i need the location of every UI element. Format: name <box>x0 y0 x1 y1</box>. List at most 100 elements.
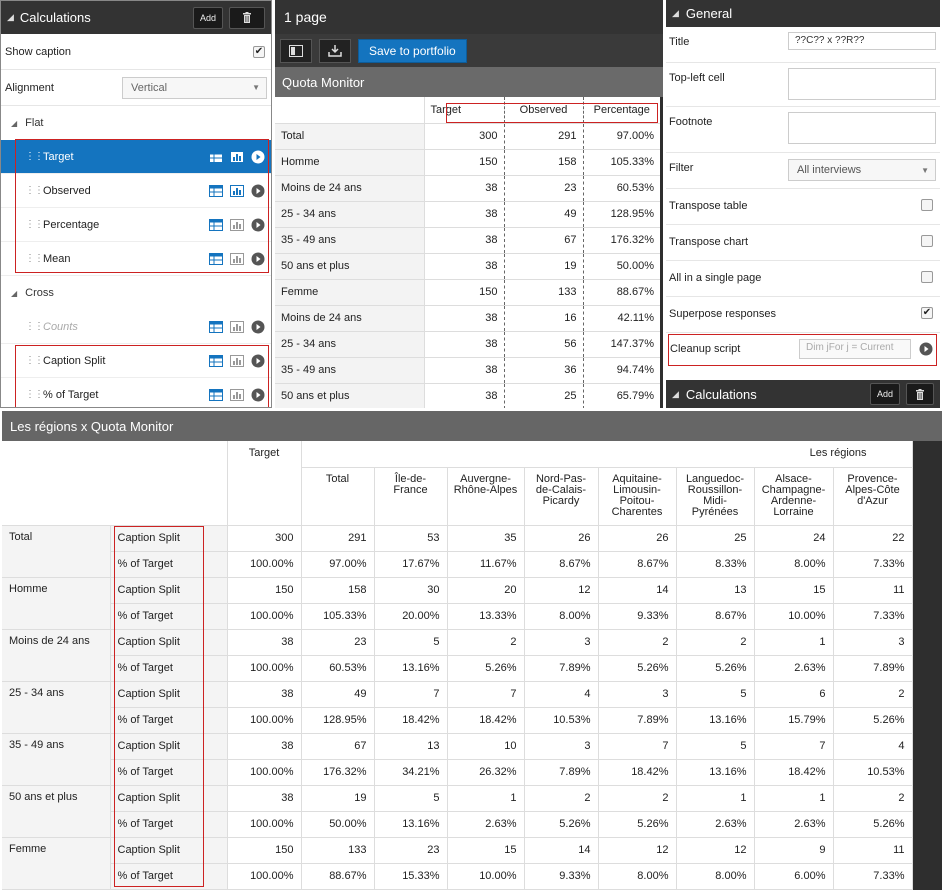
bar-chart-icon[interactable] <box>230 320 244 333</box>
calculation-item[interactable]: ⋮⋮ Target <box>1 140 271 174</box>
filter-select[interactable]: All interviews ▼ <box>788 159 936 181</box>
cleanup-script-label: Cleanup script <box>670 343 741 355</box>
footnote-input[interactable] <box>788 112 936 144</box>
show-caption-label: Show caption <box>5 45 72 58</box>
calculations-header[interactable]: ◢ Calculations Add <box>1 1 271 34</box>
table-cell: 3 <box>524 733 599 760</box>
add-calculation-button[interactable]: Add <box>193 6 223 29</box>
play-icon[interactable] <box>251 150 265 164</box>
calculation-item[interactable]: ⋮⋮ Observed <box>1 174 271 208</box>
bar-chart-icon[interactable] <box>230 184 244 197</box>
play-icon[interactable] <box>251 252 265 266</box>
table-cell: 5.26% <box>598 811 677 838</box>
row-label: 35 - 49 ans <box>275 227 424 254</box>
delete-calculation-button[interactable] <box>906 383 934 405</box>
table-row: % of Target 100.00% 88.67% 15.33% 10.00% 9.33… <box>2 863 913 890</box>
region-column-header: Nord-Pas-de-Calais-Picardy <box>524 466 599 526</box>
cross-section-header[interactable]: ◢ Cross <box>1 276 271 310</box>
page-count-title: 1 page <box>275 0 663 34</box>
play-icon[interactable] <box>251 184 265 198</box>
add-calculation-button[interactable]: Add <box>870 383 900 405</box>
table-cell: 19 <box>503 253 583 280</box>
delete-calculation-button[interactable] <box>229 6 265 29</box>
row-label: 35 - 49 ans <box>2 733 111 786</box>
table-cell: 49 <box>301 681 375 708</box>
table-row: % of Target 100.00% 105.33% 20.00% 13.33% 8.0… <box>2 603 913 630</box>
table-cell: 7 <box>754 733 834 760</box>
title-label: Title <box>669 36 690 48</box>
table-view-icon[interactable] <box>209 252 223 265</box>
calculation-item[interactable]: ⋮⋮ Caption Split <box>1 344 271 378</box>
table-cell: 9.33% <box>598 603 677 630</box>
table-row: 50 ans et plus Caption Split 38 19 5 1 2 2 1 1 2 <box>2 785 913 838</box>
calculation-item[interactable]: ⋮⋮ Percentage <box>1 208 271 242</box>
drag-handle-icon[interactable]: ⋮⋮ <box>25 253 44 264</box>
drag-handle-icon[interactable]: ⋮⋮ <box>25 355 44 366</box>
table-cell: 7 <box>598 733 677 760</box>
table-view-icon[interactable] <box>209 388 223 401</box>
top-left-cell-label: Top-left cell <box>669 72 725 84</box>
bar-chart-icon[interactable] <box>230 388 244 401</box>
table-cell: 1 <box>754 785 834 812</box>
table-cell: 23 <box>374 837 448 864</box>
play-icon[interactable] <box>251 218 265 232</box>
table-cell: 7.89% <box>833 655 913 682</box>
table-cell: 22 <box>833 525 913 552</box>
calculation-item[interactable]: ⋮⋮% of Target <box>1 378 271 407</box>
bar-chart-icon[interactable] <box>230 354 244 367</box>
table-cell: 133 <box>301 837 375 864</box>
drag-handle-icon[interactable]: ⋮⋮ <box>25 151 44 162</box>
table-cell: 50.00% <box>582 253 660 280</box>
run-script-icon[interactable] <box>919 342 933 356</box>
cleanup-script-input[interactable]: Dim jFor j = Current <box>799 339 911 359</box>
transpose-chart-checkbox[interactable] <box>921 235 933 247</box>
calculations-title: Calculations <box>19 10 91 25</box>
row-label: 50 ans et plus <box>2 785 111 838</box>
table-view-icon[interactable] <box>209 150 223 163</box>
play-icon[interactable] <box>251 320 265 334</box>
table-cell: 26 <box>598 525 677 552</box>
table-cell: 2 <box>676 629 755 656</box>
toggle-panel-button[interactable] <box>280 38 312 63</box>
calculations-footer-header[interactable]: ◢ Calculations Add <box>666 380 940 408</box>
table-cell: 88.67% <box>582 279 660 306</box>
show-caption-checkbox[interactable]: ✔ <box>253 45 265 58</box>
table-cell: 150 <box>423 279 504 306</box>
superpose-checkbox[interactable]: ✔ <box>921 307 933 319</box>
play-icon[interactable] <box>251 388 265 402</box>
table-view-icon[interactable] <box>209 184 223 197</box>
bar-chart-icon[interactable] <box>230 218 244 231</box>
drag-handle-icon[interactable]: ⋮⋮ <box>25 389 44 400</box>
table-cell: 13 <box>374 733 448 760</box>
play-icon[interactable] <box>251 354 265 368</box>
drag-handle-icon[interactable]: ⋮⋮ <box>25 321 44 332</box>
table-cell: 50.00% <box>301 811 375 838</box>
table-view-icon[interactable] <box>209 354 223 367</box>
table-view-icon[interactable] <box>209 218 223 231</box>
table-cell: 56 <box>503 331 583 358</box>
table-cell: 10.00% <box>754 603 834 630</box>
panel-layout-icon <box>289 44 303 57</box>
table-cell: 94.74% <box>582 357 660 384</box>
table-view-icon[interactable] <box>209 320 223 333</box>
table-cell: 1 <box>676 785 755 812</box>
calculation-item[interactable]: ⋮⋮ Mean <box>1 242 271 276</box>
alignment-select[interactable]: Vertical ▼ <box>122 76 267 99</box>
top-left-cell-input[interactable] <box>788 68 936 100</box>
flat-section-header[interactable]: ◢ Flat <box>1 106 271 140</box>
bar-chart-icon[interactable] <box>230 150 244 163</box>
alignment-row: Alignment Vertical ▼ <box>1 70 271 106</box>
general-settings-panel: ◢ General Title ??C?? x ??R?? Top-left c… <box>666 0 940 408</box>
general-header[interactable]: ◢ General <box>666 0 940 27</box>
title-input[interactable]: ??C?? x ??R?? <box>788 32 936 50</box>
collapse-triangle-icon[interactable]: ◢ <box>7 12 14 23</box>
calculation-item[interactable]: ⋮⋮ Counts <box>1 310 271 344</box>
drag-handle-icon[interactable]: ⋮⋮ <box>25 185 44 196</box>
table-cell: 11 <box>833 837 913 864</box>
bar-chart-icon[interactable] <box>230 252 244 265</box>
save-to-portfolio-button[interactable]: Save to portfolio <box>358 38 467 63</box>
single-page-checkbox[interactable] <box>921 271 933 283</box>
download-button[interactable] <box>319 38 351 63</box>
drag-handle-icon[interactable]: ⋮⋮ <box>25 219 44 230</box>
transpose-table-checkbox[interactable] <box>921 199 933 211</box>
